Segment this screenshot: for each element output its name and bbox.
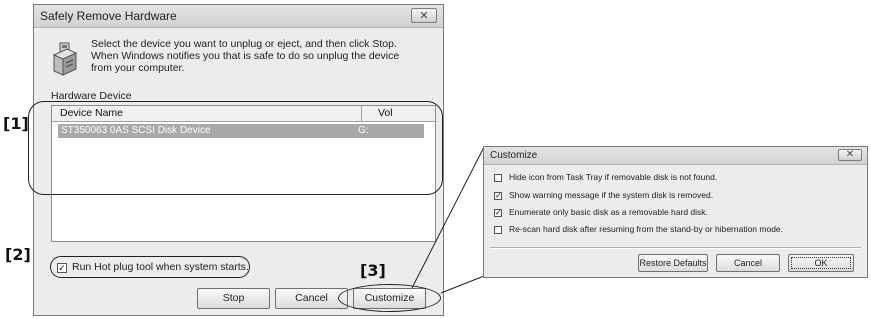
option-label: Enumerate only basic disk as a removable…	[509, 207, 708, 217]
customize-cancel-button[interactable]: Cancel	[716, 254, 780, 272]
customize-close-button[interactable]: ✕	[838, 149, 862, 161]
restore-defaults-button[interactable]: Restore Defaults	[638, 254, 708, 272]
customize-title-bar[interactable]: Customize ✕	[484, 147, 867, 165]
option-checkbox[interactable]: ✓	[494, 192, 502, 200]
customize-title: Customize	[490, 150, 538, 161]
separator	[490, 247, 861, 249]
option-label: Re-scan hard disk after resuming from th…	[509, 224, 784, 234]
option-checkbox[interactable]	[494, 174, 502, 182]
ok-button[interactable]: OK	[788, 254, 854, 272]
option-label: Hide icon from Task Tray if removable di…	[509, 172, 718, 182]
option-checkbox[interactable]	[494, 226, 502, 234]
option-checkbox[interactable]: ✓	[494, 209, 502, 217]
option-label: Show warning message if the system disk …	[509, 190, 714, 200]
customize-dialog: Customize ✕ Hide icon from Task Tray if …	[483, 146, 868, 278]
